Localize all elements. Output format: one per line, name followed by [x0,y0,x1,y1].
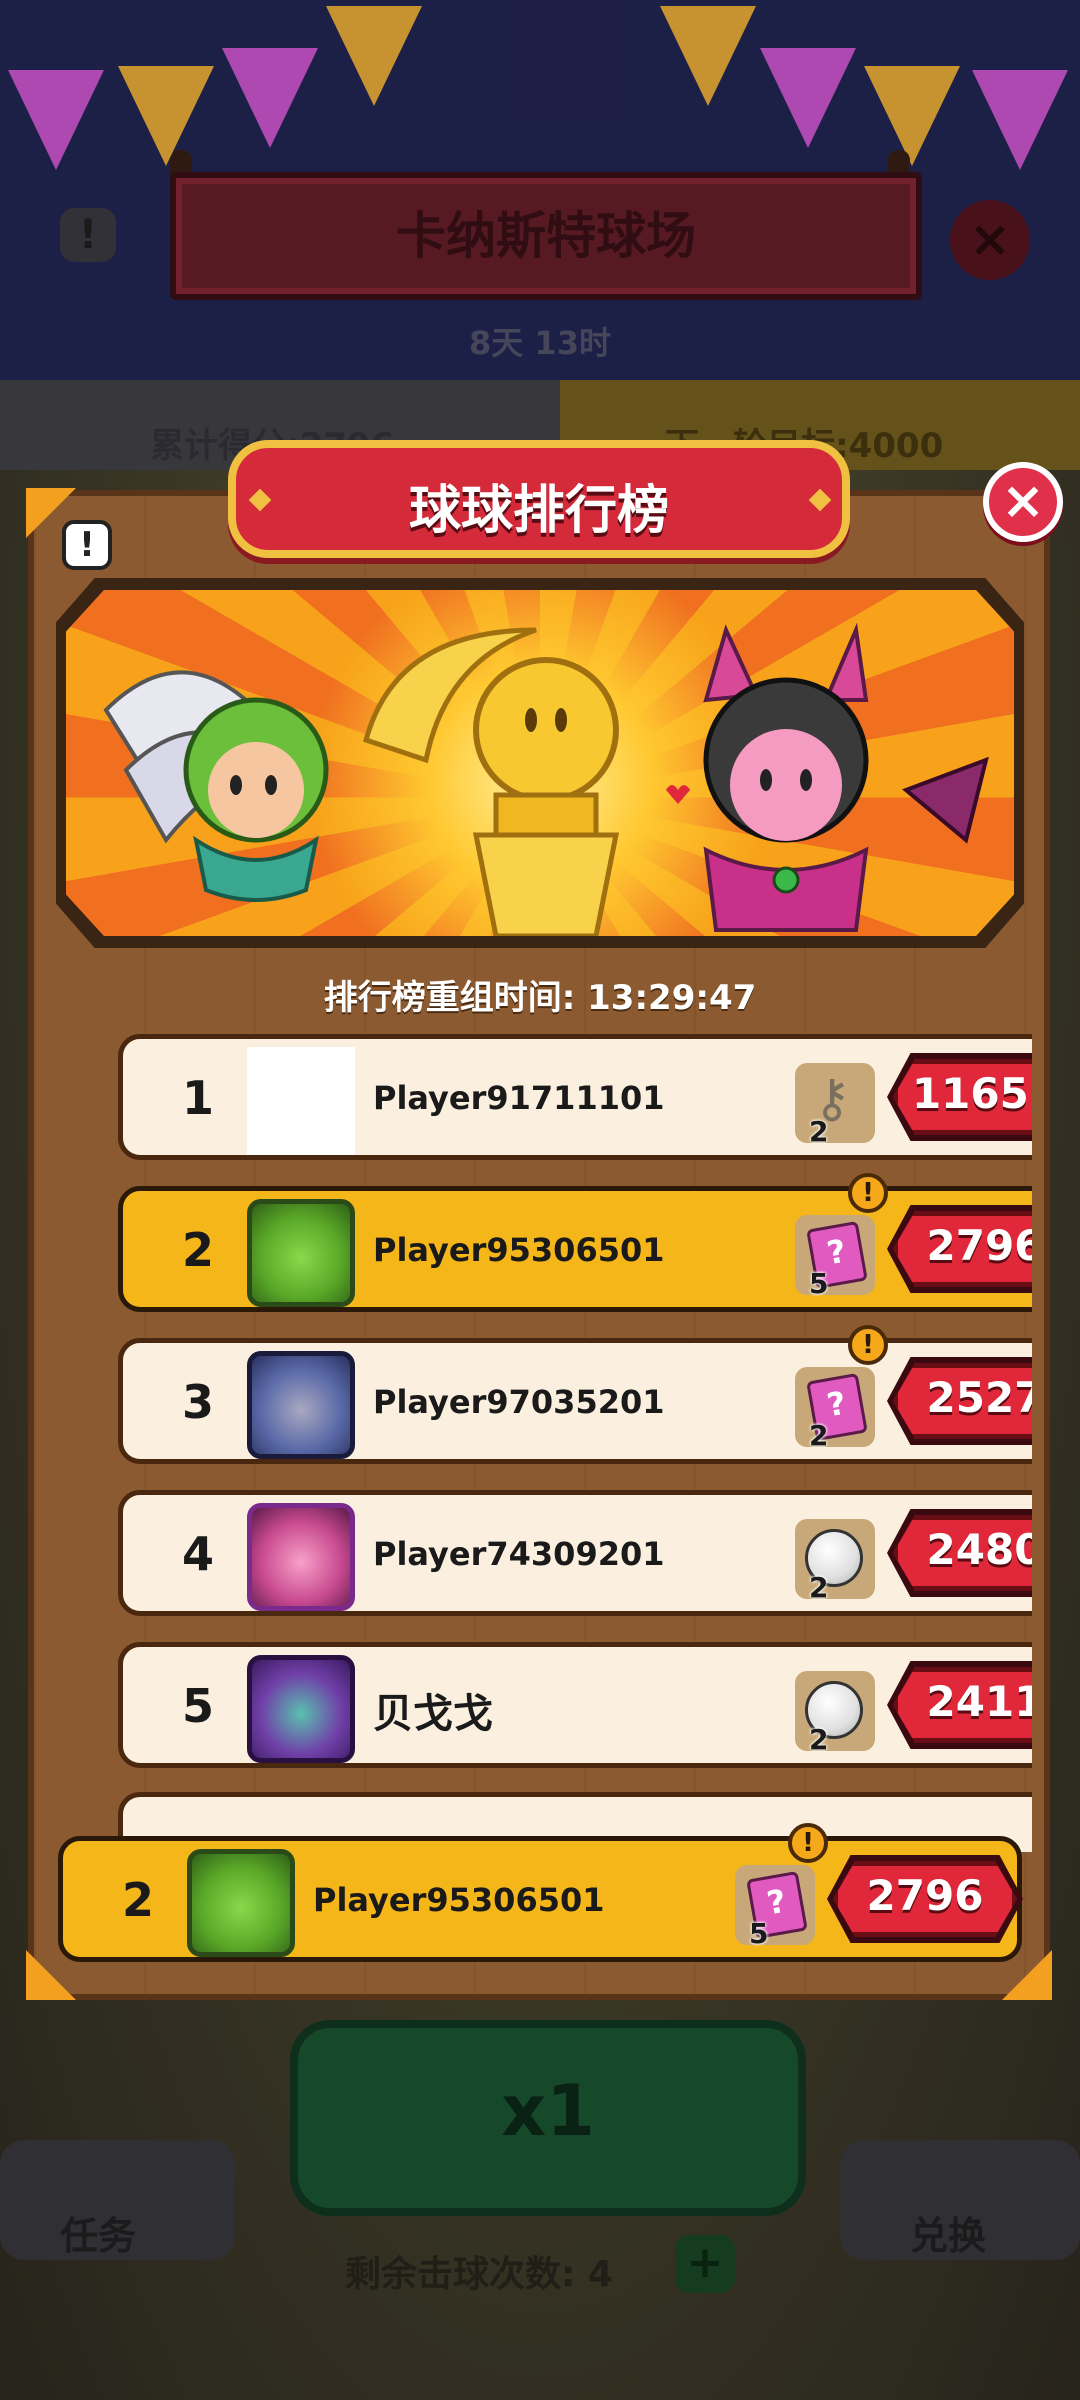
leaderboard-row[interactable]: 4 Player74309201 2 2480 [118,1490,1032,1616]
player-name: Player97035201 [373,1383,665,1421]
player-name: Player91711101 [373,1079,665,1117]
player-score: 2796 [866,1871,984,1920]
leaderboard-list[interactable]: 1 Player91711101 ⚷ 2 11655 2 Player95306… [56,1030,1032,1852]
rank-number: 1 [181,1071,214,1125]
player-name: Player95306501 [373,1231,665,1269]
player-avatar[interactable] [247,1503,355,1611]
alert-icon: ! [848,1325,888,1365]
hero-banner-image [66,590,1014,936]
modal-title: 球球排行榜 [408,481,669,541]
player-avatar[interactable] [247,1047,355,1155]
player-score: 2480 [926,1525,1032,1574]
reward-item-count: 5 [809,1267,829,1300]
alert-icon: ! [848,1173,888,1213]
player-score: 2411 [926,1677,1032,1726]
leaderboard-row[interactable]: 5 贝戈戈 2 2411 [118,1642,1032,1768]
hero-illustration [103,622,989,936]
reward-item-count: 2 [809,1419,829,1452]
player-name: 贝戈戈 [373,1691,493,1737]
close-modal-button[interactable]: × [983,462,1063,542]
leaderboard-reset-time: 排行榜重组时间: 13:29:47 [323,978,757,1018]
reward-item-count: 2 [809,1115,829,1148]
my-rank-row[interactable]: 2 Player95306501 ? 5 ! 2796 [58,1823,1023,1962]
rank-number: 5 [181,1679,214,1733]
player-name: Player95306501 [313,1881,605,1919]
rank-number: 4 [181,1527,214,1581]
rank-number: 3 [181,1375,214,1429]
player-name: Player74309201 [373,1535,665,1573]
reward-item-count: 2 [809,1571,829,1604]
rank-number: 2 [121,1873,154,1927]
player-avatar[interactable] [247,1351,355,1459]
player-score: 2796 [926,1221,1032,1270]
player-avatar[interactable] [247,1199,355,1307]
player-score: 2527 [926,1373,1032,1422]
devil-character [666,622,989,932]
player-score: 11655 [911,1069,1032,1118]
angel-character [103,670,329,902]
reward-item-count: 5 [749,1917,769,1950]
player-avatar[interactable] [187,1849,295,1957]
reward-item-count: 2 [809,1723,829,1756]
player-avatar[interactable] [247,1655,355,1763]
alert-icon: ! [788,1823,828,1863]
leaderboard-row[interactable]: 1 Player91711101 ⚷ 2 11655 [118,1034,1032,1160]
trophy [362,627,620,936]
rank-number: 2 [181,1223,214,1277]
leaderboard-row-self[interactable]: 2 Player95306501 ? 5 ! 2796 [118,1173,1032,1312]
leaderboard-row[interactable]: 3 Player97035201 ? 2 ! 2527 [118,1325,1032,1464]
rules-info-button[interactable]: ! [62,520,112,570]
